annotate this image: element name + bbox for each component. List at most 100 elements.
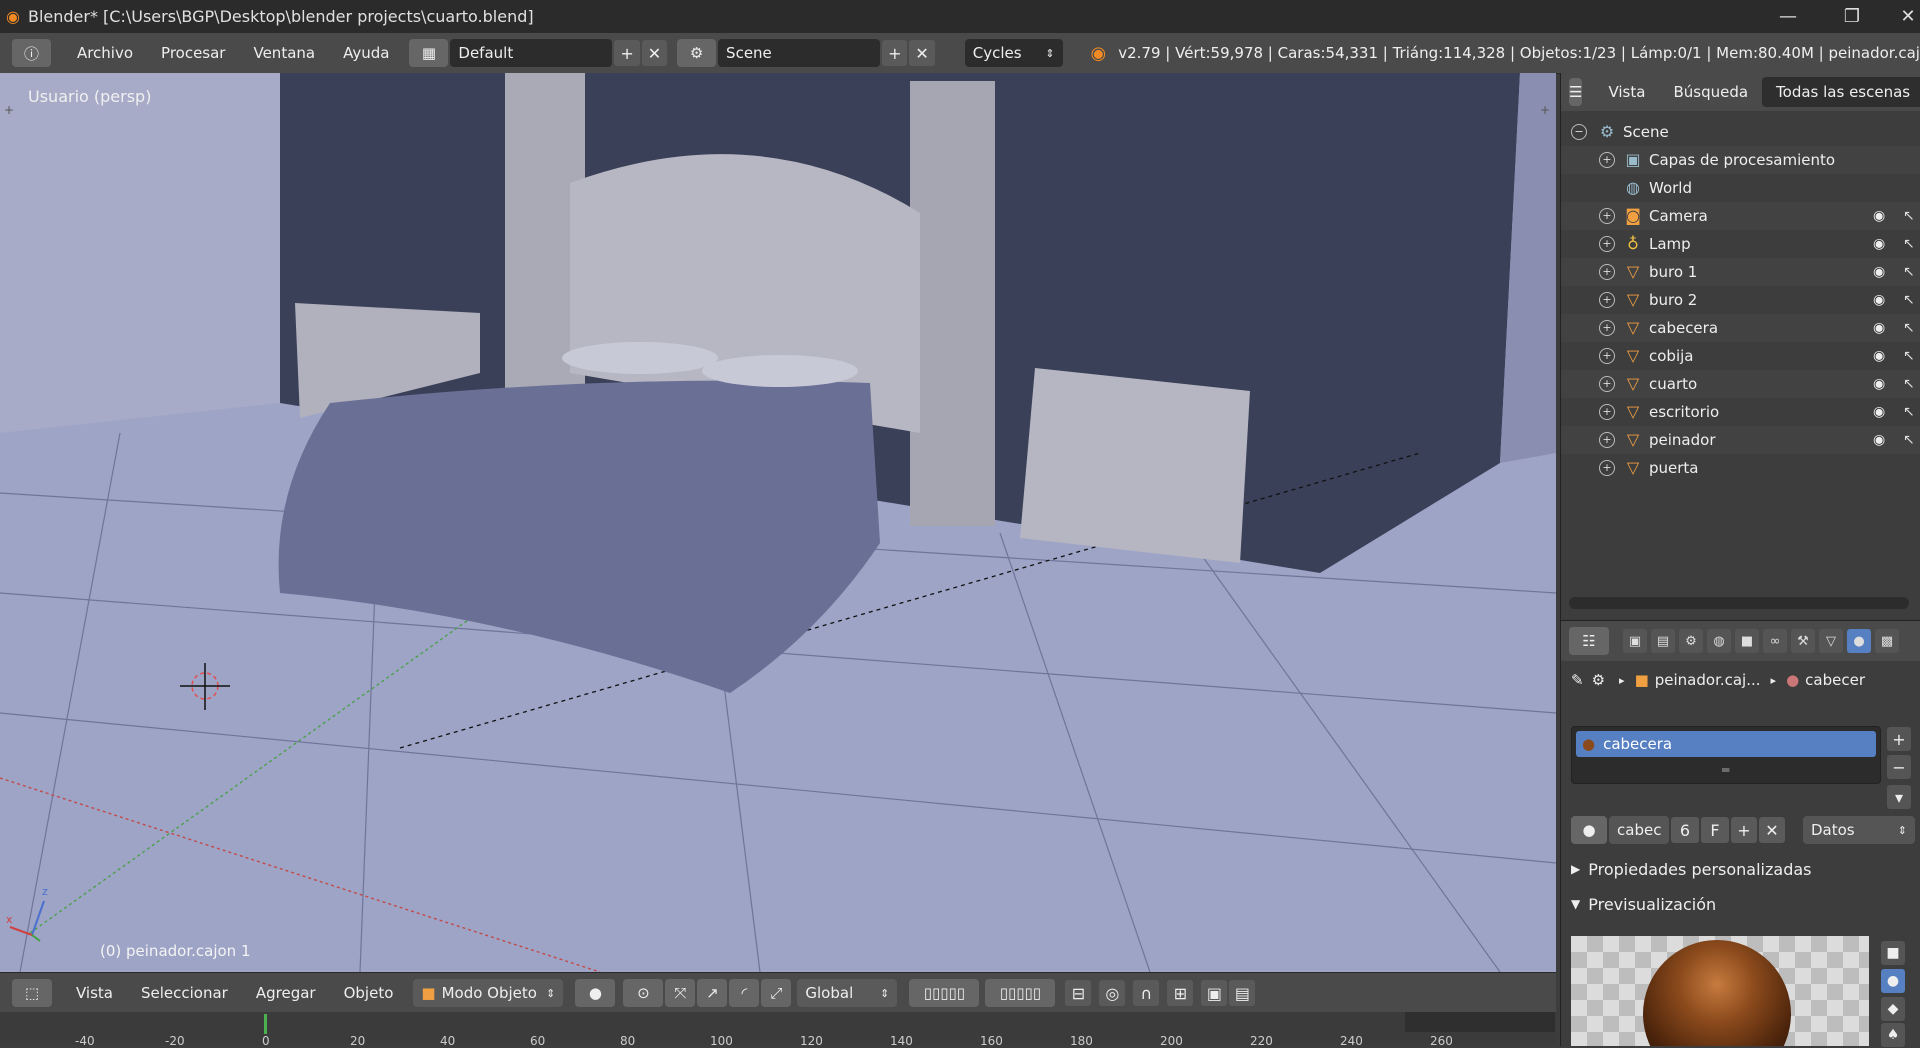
preview-monkey-button[interactable]: ♠ — [1881, 1023, 1905, 1047]
selectable-arrow-icon[interactable]: ↖ — [1903, 320, 1915, 336]
pivot-point-button[interactable]: ⊙ — [623, 979, 664, 1007]
expand-icon[interactable]: + — [1599, 376, 1615, 392]
outliner-row-world[interactable]: ◍ World — [1561, 174, 1920, 202]
outliner-row-object[interactable]: + ▽ buro 2 ◉ ↖ — [1561, 286, 1920, 314]
selectable-arrow-icon[interactable]: ↖ — [1903, 432, 1915, 448]
selectable-arrow-icon[interactable]: ↖ — [1903, 376, 1915, 392]
unlink-material-button[interactable]: ✕ — [1759, 817, 1785, 843]
browse-material-button[interactable]: ● — [1571, 816, 1607, 844]
expand-icon[interactable]: + — [1599, 236, 1615, 252]
visibility-eye-icon[interactable]: ◉ — [1873, 348, 1885, 364]
current-frame-indicator[interactable] — [264, 1014, 267, 1034]
add-material-slot-button[interactable]: + — [1887, 727, 1911, 751]
expand-icon[interactable]: + — [1599, 460, 1615, 476]
menu-objeto[interactable]: Objeto — [330, 984, 408, 1002]
restore-button[interactable]: ❐ — [1824, 0, 1880, 33]
outliner-row-object[interactable]: + ▽ buro 1 ◉ ↖ — [1561, 258, 1920, 286]
transform-orientation-select[interactable]: Global ⇕ — [797, 979, 898, 1007]
tab-object[interactable]: ■ — [1735, 629, 1759, 653]
scene-field[interactable]: Scene — [718, 39, 881, 67]
outliner-editor-type-button[interactable]: ☰ — [1569, 78, 1583, 106]
outliner-row-lamp[interactable]: + ♁ Lamp ◉ ↖ — [1561, 230, 1920, 258]
outliner-row-object[interactable]: + ▽ peinador ◉ ↖ — [1561, 426, 1920, 454]
selectable-arrow-icon[interactable]: ↖ — [1903, 404, 1915, 420]
scene-browse-button[interactable]: ⚙ — [677, 39, 717, 67]
tab-render-layers[interactable]: ▤ — [1651, 629, 1675, 653]
tab-render[interactable]: ▣ — [1623, 629, 1647, 653]
expand-icon[interactable]: + — [1599, 292, 1615, 308]
collapse-icon[interactable]: − — [1571, 124, 1587, 140]
list-resize-handle-icon[interactable]: ═ — [1722, 763, 1729, 777]
material-slot-list[interactable]: ● cabecera ═ — [1571, 726, 1881, 784]
outliner-row-object[interactable]: + ▽ escritorio ◉ ↖ — [1561, 398, 1920, 426]
new-material-button[interactable]: + — [1731, 817, 1757, 843]
toolshelf-toggle-icon[interactable]: + — [4, 103, 14, 117]
outliner-row-object[interactable]: + ▽ cobija ◉ ↖ — [1561, 342, 1920, 370]
add-screen-button[interactable]: + — [614, 40, 640, 66]
menu-ventana[interactable]: Ventana — [239, 44, 329, 62]
proportional-edit-button[interactable]: ◎ — [1099, 980, 1126, 1006]
material-specials-button[interactable]: ▾ — [1887, 785, 1911, 809]
expand-icon[interactable]: + — [1599, 432, 1615, 448]
selectable-arrow-icon[interactable]: ↖ — [1903, 264, 1915, 280]
expand-icon[interactable]: + — [1599, 404, 1615, 420]
tab-constraints[interactable]: ∞ — [1763, 629, 1787, 653]
material-link-select[interactable]: Datos ⇕ — [1803, 816, 1915, 844]
properties-toggle-icon[interactable]: + — [1540, 103, 1550, 117]
outliner-row-object[interactable]: + ▽ puerta — [1561, 454, 1920, 482]
screen-layout-browse-button[interactable]: ▦ — [409, 39, 449, 67]
selectable-arrow-icon[interactable]: ↖ — [1903, 208, 1915, 224]
viewport-editor-type-button[interactable]: ⬚ — [12, 979, 52, 1007]
scene-layers-grid-1[interactable]: ▯▯▯▯▯ — [909, 979, 980, 1007]
minimize-button[interactable]: — — [1760, 0, 1816, 33]
tab-busqueda[interactable]: Búsqueda — [1659, 77, 1762, 107]
rotate-manipulator[interactable]: ◜ — [729, 979, 760, 1007]
delete-scene-button[interactable]: ✕ — [909, 40, 935, 66]
render-engine-select[interactable]: Cycles ⇕ — [964, 39, 1063, 67]
tab-vista[interactable]: Vista — [1594, 77, 1659, 107]
selectable-arrow-icon[interactable]: ↖ — [1903, 292, 1915, 308]
menu-vista[interactable]: Vista — [62, 984, 127, 1002]
viewport-shading-button[interactable]: ● — [575, 979, 616, 1007]
snap-element-button[interactable]: ⊞ — [1167, 980, 1194, 1006]
visibility-eye-icon[interactable]: ◉ — [1873, 208, 1885, 224]
tab-world[interactable]: ◍ — [1707, 629, 1731, 653]
screen-layout-field[interactable]: Default — [450, 39, 613, 67]
scale-manipulator[interactable]: ⤢ — [761, 979, 792, 1007]
add-scene-button[interactable]: + — [882, 40, 908, 66]
tab-modifiers[interactable]: ⚒ — [1791, 629, 1815, 653]
preview-flat-button[interactable]: ■ — [1881, 941, 1905, 965]
close-button[interactable]: ✕ — [1880, 0, 1920, 33]
visibility-eye-icon[interactable]: ◉ — [1873, 376, 1885, 392]
visibility-eye-icon[interactable]: ◉ — [1873, 292, 1885, 308]
fake-user-toggle[interactable]: F — [1701, 817, 1729, 843]
manipulator-toggle[interactable]: ⤧ — [665, 979, 696, 1007]
material-slot-item[interactable]: ● cabecera — [1576, 731, 1876, 757]
delete-screen-button[interactable]: ✕ — [641, 40, 668, 66]
menu-procesar[interactable]: Procesar — [147, 44, 239, 62]
tab-data[interactable]: ▽ — [1819, 629, 1843, 653]
expand-icon[interactable]: + — [1599, 320, 1615, 336]
tab-todas-las-escenas[interactable]: Todas las escenas — [1762, 77, 1920, 107]
info-editor-type-button[interactable]: ⓘ — [12, 39, 51, 67]
menu-ayuda[interactable]: Ayuda — [329, 44, 403, 62]
visibility-eye-icon[interactable]: ◉ — [1873, 404, 1885, 420]
panel-custom-properties[interactable]: ▶ Propiedades personalizadas — [1561, 854, 1920, 884]
visibility-eye-icon[interactable]: ◉ — [1873, 264, 1885, 280]
expand-icon[interactable]: + — [1599, 152, 1615, 168]
3d-viewport[interactable]: Usuario (persp) z x (0) peinador.cajon 1… — [0, 73, 1556, 972]
material-users-count[interactable]: 6 — [1671, 817, 1699, 843]
tab-scene[interactable]: ⚙ — [1679, 629, 1703, 653]
outliner-row-scene[interactable]: − ⚙ Scene — [1561, 118, 1920, 146]
expand-icon[interactable]: + — [1599, 348, 1615, 364]
translate-manipulator[interactable]: ↗ — [697, 979, 728, 1007]
outliner-row-object[interactable]: + ▽ cabecera ◉ ↖ — [1561, 314, 1920, 342]
visibility-eye-icon[interactable]: ◉ — [1873, 320, 1885, 336]
material-name-field[interactable]: cabec — [1609, 816, 1669, 844]
render-still-button[interactable]: ▣ — [1201, 980, 1228, 1006]
selectable-arrow-icon[interactable]: ↖ — [1903, 348, 1915, 364]
pin-icon[interactable]: ✎ — [1571, 671, 1584, 689]
visibility-eye-icon[interactable]: ◉ — [1873, 432, 1885, 448]
preview-sphere-button[interactable]: ● — [1881, 969, 1905, 993]
outliner-scrollbar[interactable] — [1569, 597, 1909, 609]
